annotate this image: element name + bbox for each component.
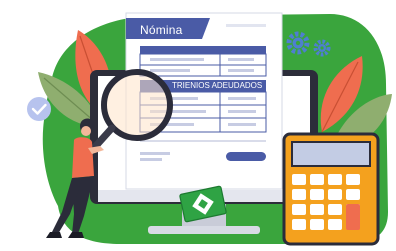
illustration-canvas — [27, 12, 392, 246]
calculator-icon — [282, 132, 380, 246]
document-title: Nómina — [140, 23, 183, 37]
check-circle-icon — [27, 97, 51, 121]
document-button-shape — [226, 152, 266, 161]
table-header-label: TRIENIOS ADEUDADOS — [172, 81, 263, 90]
payroll-illustration: Nómina TRIENIOS ADEUDADOS — [0, 0, 396, 251]
